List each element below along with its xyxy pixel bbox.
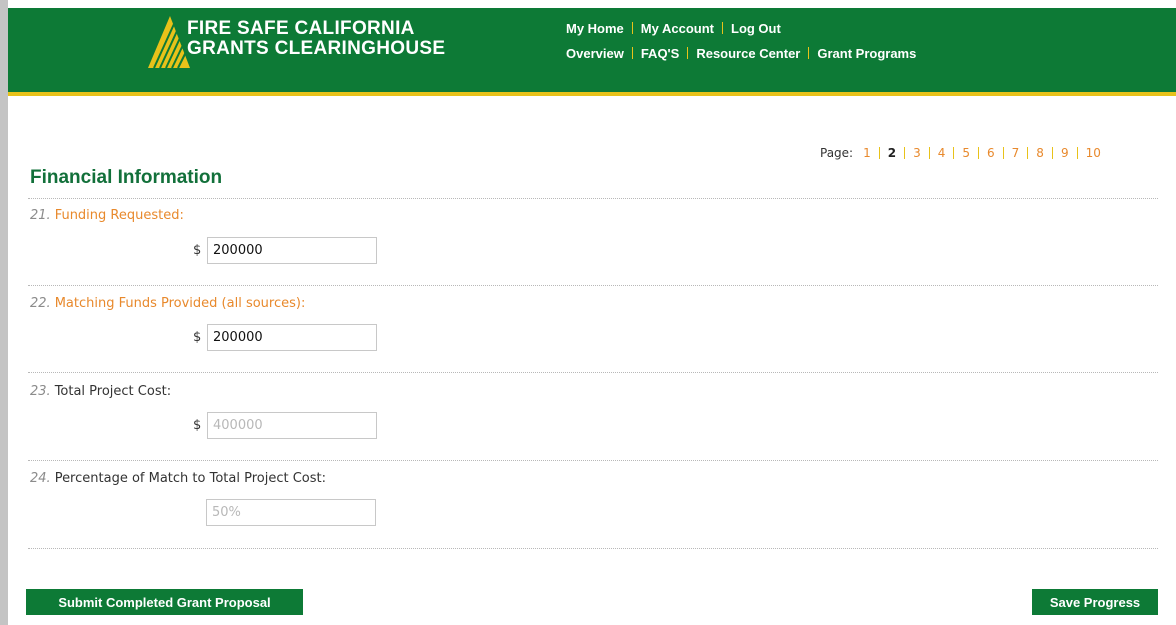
funding-requested-input[interactable] xyxy=(207,237,377,264)
matching-funds-input[interactable] xyxy=(207,324,377,351)
pagination-divider xyxy=(1076,147,1078,159)
pagination-label: Page: xyxy=(820,146,854,160)
question-divider xyxy=(28,548,1158,549)
page-link-6[interactable]: 6 xyxy=(987,146,995,160)
question-number: 22. xyxy=(30,296,51,311)
nav-overview-link[interactable]: Overview xyxy=(566,46,624,61)
pagination-divider xyxy=(904,147,906,159)
page-link-9[interactable]: 9 xyxy=(1061,146,1069,160)
question-divider xyxy=(28,372,1158,373)
pagination-divider xyxy=(1002,147,1004,159)
page-link-3[interactable]: 3 xyxy=(913,146,921,160)
page-link-7[interactable]: 7 xyxy=(1012,146,1020,160)
question-24-label: 24. Percentage of Match to Total Project … xyxy=(30,471,326,486)
nav-row-account: My Home My Account Log Out xyxy=(566,20,916,36)
page-pagination: Page: 1 2 3 4 5 6 7 8 9 10 xyxy=(820,146,1101,160)
pagination-divider xyxy=(1051,147,1053,159)
question-divider xyxy=(28,460,1158,461)
question-number: 24. xyxy=(30,471,51,486)
nav-divider xyxy=(722,22,723,34)
site-brand[interactable]: FIRE SAFE CALIFORNIA GRANTS CLEARINGHOUS… xyxy=(187,19,445,59)
question-text: Total Project Cost: xyxy=(54,384,172,399)
flame-stripes-icon[interactable] xyxy=(146,14,192,70)
nav-my-account-link[interactable]: My Account xyxy=(641,21,714,36)
match-percentage-field xyxy=(206,499,376,526)
currency-symbol: $ xyxy=(193,418,202,433)
question-text: Matching Funds Provided (all sources): xyxy=(54,296,306,311)
pagination-divider xyxy=(953,147,955,159)
question-23-label: 23. Total Project Cost: xyxy=(30,384,171,399)
page-link-10[interactable]: 10 xyxy=(1086,146,1101,160)
main-nav: My Home My Account Log Out Overview FAQ'… xyxy=(566,20,916,70)
nav-divider xyxy=(687,47,689,59)
nav-my-home-link[interactable]: My Home xyxy=(566,21,624,36)
page-link-2-current: 2 xyxy=(887,146,897,160)
question-21-label: 21. Funding Requested: xyxy=(30,208,184,223)
question-22-label: 22. Matching Funds Provided (all sources)… xyxy=(30,296,305,311)
nav-row-site: Overview FAQ'S Resource Center Grant Pro… xyxy=(566,45,916,61)
nav-faqs-link[interactable]: FAQ'S xyxy=(641,46,680,61)
submit-grant-proposal-button[interactable]: Submit Completed Grant Proposal xyxy=(26,589,303,615)
currency-symbol: $ xyxy=(193,330,202,345)
brand-line-2: GRANTS CLEARINGHOUSE xyxy=(187,38,446,59)
page-link-5[interactable]: 5 xyxy=(962,146,970,160)
nav-grant-programs-link[interactable]: Grant Programs xyxy=(817,46,916,61)
total-project-cost-row: $ xyxy=(193,412,377,439)
header-gold-rule xyxy=(8,92,1176,96)
pagination-divider xyxy=(878,147,880,159)
nav-log-out-link[interactable]: Log Out xyxy=(731,21,781,36)
page-link-4[interactable]: 4 xyxy=(938,146,946,160)
page-link-8[interactable]: 8 xyxy=(1036,146,1044,160)
pagination-divider xyxy=(928,147,930,159)
pagination-divider xyxy=(1027,147,1029,159)
question-text: Percentage of Match to Total Project Cos… xyxy=(54,471,326,486)
question-divider xyxy=(28,285,1158,286)
funding-requested-row: $ xyxy=(193,237,377,264)
total-project-cost-field xyxy=(207,412,377,439)
currency-symbol: $ xyxy=(193,243,202,258)
brand-line-1: FIRE SAFE CALIFORNIA xyxy=(187,18,415,39)
question-number: 21. xyxy=(30,208,51,223)
nav-divider xyxy=(631,22,633,34)
nav-divider xyxy=(808,47,810,59)
section-title: Financial Information xyxy=(30,167,223,188)
matching-funds-row: $ xyxy=(193,324,377,351)
save-progress-button[interactable]: Save Progress xyxy=(1032,589,1158,615)
page-link-1[interactable]: 1 xyxy=(863,146,871,160)
question-number: 23. xyxy=(30,384,51,399)
section-divider xyxy=(28,198,1158,199)
question-text: Funding Requested: xyxy=(54,208,184,223)
nav-resource-center-link[interactable]: Resource Center xyxy=(696,46,800,61)
pagination-divider xyxy=(978,147,980,159)
nav-divider xyxy=(631,47,633,59)
